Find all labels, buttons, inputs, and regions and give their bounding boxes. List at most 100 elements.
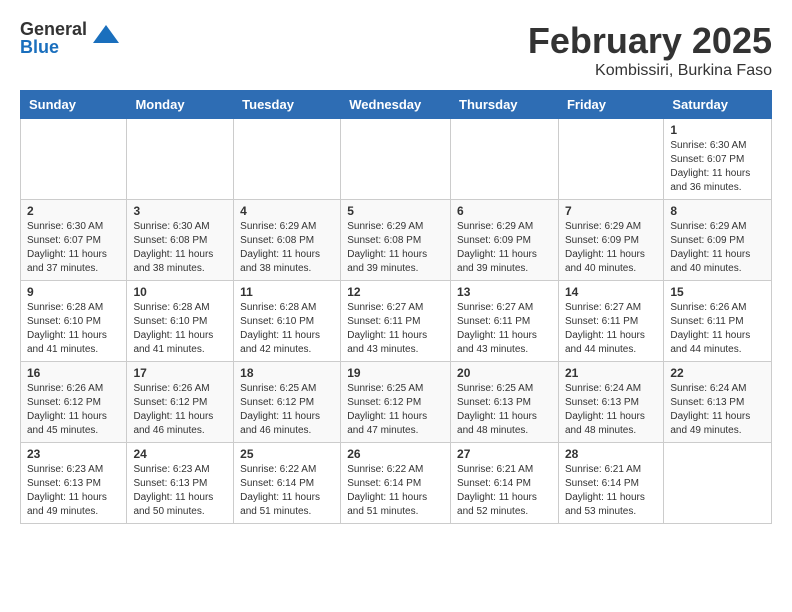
weekday-header-tuesday: Tuesday (234, 91, 341, 119)
day-number: 21 (565, 366, 657, 380)
calendar-cell (127, 119, 234, 200)
day-number: 3 (133, 204, 227, 218)
calendar-cell: 24 Sunrise: 6:23 AM Sunset: 6:13 PM Dayli… (127, 443, 234, 524)
calendar-cell: 19 Sunrise: 6:25 AM Sunset: 6:12 PM Dayli… (341, 362, 451, 443)
calendar-week-row: 2 Sunrise: 6:30 AM Sunset: 6:07 PM Daylig… (21, 200, 772, 281)
calendar-cell: 12 Sunrise: 6:27 AM Sunset: 6:11 PM Dayli… (341, 281, 451, 362)
calendar-cell: 5 Sunrise: 6:29 AM Sunset: 6:08 PM Daylig… (341, 200, 451, 281)
calendar-cell (21, 119, 127, 200)
logo-icon (91, 23, 121, 53)
calendar-week-row: 16 Sunrise: 6:26 AM Sunset: 6:12 PM Dayli… (21, 362, 772, 443)
day-number: 17 (133, 366, 227, 380)
day-number: 6 (457, 204, 552, 218)
calendar-cell: 18 Sunrise: 6:25 AM Sunset: 6:12 PM Dayli… (234, 362, 341, 443)
calendar-header-row: SundayMondayTuesdayWednesdayThursdayFrid… (21, 91, 772, 119)
day-info: Sunrise: 6:29 AM Sunset: 6:09 PM Dayligh… (565, 220, 657, 276)
location-subtitle: Kombissiri, Burkina Faso (528, 62, 772, 80)
day-info: Sunrise: 6:30 AM Sunset: 6:08 PM Dayligh… (133, 220, 227, 276)
day-number: 1 (670, 123, 765, 137)
calendar-cell: 21 Sunrise: 6:24 AM Sunset: 6:13 PM Dayli… (558, 362, 663, 443)
calendar-cell: 16 Sunrise: 6:26 AM Sunset: 6:12 PM Dayli… (21, 362, 127, 443)
day-info: Sunrise: 6:30 AM Sunset: 6:07 PM Dayligh… (27, 220, 120, 276)
day-number: 10 (133, 285, 227, 299)
day-info: Sunrise: 6:23 AM Sunset: 6:13 PM Dayligh… (133, 463, 227, 519)
day-info: Sunrise: 6:26 AM Sunset: 6:11 PM Dayligh… (670, 301, 765, 357)
weekday-header-saturday: Saturday (664, 91, 772, 119)
month-title: February 2025 (528, 20, 772, 62)
day-info: Sunrise: 6:21 AM Sunset: 6:14 PM Dayligh… (457, 463, 552, 519)
day-info: Sunrise: 6:27 AM Sunset: 6:11 PM Dayligh… (457, 301, 552, 357)
day-info: Sunrise: 6:29 AM Sunset: 6:09 PM Dayligh… (457, 220, 552, 276)
day-info: Sunrise: 6:29 AM Sunset: 6:08 PM Dayligh… (240, 220, 334, 276)
day-number: 15 (670, 285, 765, 299)
weekday-header-sunday: Sunday (21, 91, 127, 119)
day-number: 22 (670, 366, 765, 380)
title-block: February 2025 Kombissiri, Burkina Faso (528, 20, 772, 80)
page-header: General Blue February 2025 Kombissiri, B… (20, 20, 772, 80)
calendar-cell (341, 119, 451, 200)
day-number: 4 (240, 204, 334, 218)
calendar-week-row: 9 Sunrise: 6:28 AM Sunset: 6:10 PM Daylig… (21, 281, 772, 362)
day-info: Sunrise: 6:22 AM Sunset: 6:14 PM Dayligh… (240, 463, 334, 519)
calendar-cell: 11 Sunrise: 6:28 AM Sunset: 6:10 PM Dayli… (234, 281, 341, 362)
calendar-cell (558, 119, 663, 200)
day-number: 11 (240, 285, 334, 299)
day-number: 12 (347, 285, 444, 299)
weekday-header-wednesday: Wednesday (341, 91, 451, 119)
day-info: Sunrise: 6:28 AM Sunset: 6:10 PM Dayligh… (133, 301, 227, 357)
day-info: Sunrise: 6:27 AM Sunset: 6:11 PM Dayligh… (347, 301, 444, 357)
day-info: Sunrise: 6:26 AM Sunset: 6:12 PM Dayligh… (27, 382, 120, 438)
calendar-week-row: 23 Sunrise: 6:23 AM Sunset: 6:13 PM Dayli… (21, 443, 772, 524)
calendar-cell: 14 Sunrise: 6:27 AM Sunset: 6:11 PM Dayli… (558, 281, 663, 362)
calendar-cell: 27 Sunrise: 6:21 AM Sunset: 6:14 PM Dayli… (451, 443, 559, 524)
day-info: Sunrise: 6:29 AM Sunset: 6:08 PM Dayligh… (347, 220, 444, 276)
day-number: 9 (27, 285, 120, 299)
day-number: 16 (27, 366, 120, 380)
calendar-cell: 2 Sunrise: 6:30 AM Sunset: 6:07 PM Daylig… (21, 200, 127, 281)
day-number: 24 (133, 447, 227, 461)
day-number: 25 (240, 447, 334, 461)
calendar-week-row: 1 Sunrise: 6:30 AM Sunset: 6:07 PM Daylig… (21, 119, 772, 200)
day-info: Sunrise: 6:25 AM Sunset: 6:13 PM Dayligh… (457, 382, 552, 438)
day-info: Sunrise: 6:23 AM Sunset: 6:13 PM Dayligh… (27, 463, 120, 519)
day-number: 2 (27, 204, 120, 218)
calendar-cell: 10 Sunrise: 6:28 AM Sunset: 6:10 PM Dayli… (127, 281, 234, 362)
calendar-cell: 22 Sunrise: 6:24 AM Sunset: 6:13 PM Dayli… (664, 362, 772, 443)
day-info: Sunrise: 6:24 AM Sunset: 6:13 PM Dayligh… (565, 382, 657, 438)
day-info: Sunrise: 6:29 AM Sunset: 6:09 PM Dayligh… (670, 220, 765, 276)
day-number: 19 (347, 366, 444, 380)
day-info: Sunrise: 6:28 AM Sunset: 6:10 PM Dayligh… (240, 301, 334, 357)
calendar-cell (664, 443, 772, 524)
day-info: Sunrise: 6:22 AM Sunset: 6:14 PM Dayligh… (347, 463, 444, 519)
calendar-cell: 8Sunrise: 6:29 AM Sunset: 6:09 PM Daylig… (664, 200, 772, 281)
day-info: Sunrise: 6:26 AM Sunset: 6:12 PM Dayligh… (133, 382, 227, 438)
day-number: 26 (347, 447, 444, 461)
calendar-table: SundayMondayTuesdayWednesdayThursdayFrid… (20, 90, 772, 524)
day-number: 5 (347, 204, 444, 218)
day-info: Sunrise: 6:24 AM Sunset: 6:13 PM Dayligh… (670, 382, 765, 438)
day-number: 20 (457, 366, 552, 380)
weekday-header-friday: Friday (558, 91, 663, 119)
calendar-cell (451, 119, 559, 200)
logo: General Blue (20, 20, 121, 56)
day-info: Sunrise: 6:25 AM Sunset: 6:12 PM Dayligh… (347, 382, 444, 438)
calendar-cell: 7 Sunrise: 6:29 AM Sunset: 6:09 PM Daylig… (558, 200, 663, 281)
day-number: 18 (240, 366, 334, 380)
day-number: 13 (457, 285, 552, 299)
day-number: 14 (565, 285, 657, 299)
day-info: Sunrise: 6:30 AM Sunset: 6:07 PM Dayligh… (670, 139, 765, 195)
calendar-cell: 28Sunrise: 6:21 AM Sunset: 6:14 PM Dayli… (558, 443, 663, 524)
day-info: Sunrise: 6:25 AM Sunset: 6:12 PM Dayligh… (240, 382, 334, 438)
calendar-cell: 3 Sunrise: 6:30 AM Sunset: 6:08 PM Daylig… (127, 200, 234, 281)
day-number: 28 (565, 447, 657, 461)
day-number: 7 (565, 204, 657, 218)
calendar-cell: 6 Sunrise: 6:29 AM Sunset: 6:09 PM Daylig… (451, 200, 559, 281)
day-number: 27 (457, 447, 552, 461)
calendar-cell: 15 Sunrise: 6:26 AM Sunset: 6:11 PM Dayli… (664, 281, 772, 362)
calendar-cell: 26 Sunrise: 6:22 AM Sunset: 6:14 PM Dayli… (341, 443, 451, 524)
logo-blue-text: Blue (20, 38, 87, 56)
day-info: Sunrise: 6:27 AM Sunset: 6:11 PM Dayligh… (565, 301, 657, 357)
logo-general-text: General (20, 20, 87, 38)
calendar-cell: 9Sunrise: 6:28 AM Sunset: 6:10 PM Daylig… (21, 281, 127, 362)
day-number: 23 (27, 447, 120, 461)
